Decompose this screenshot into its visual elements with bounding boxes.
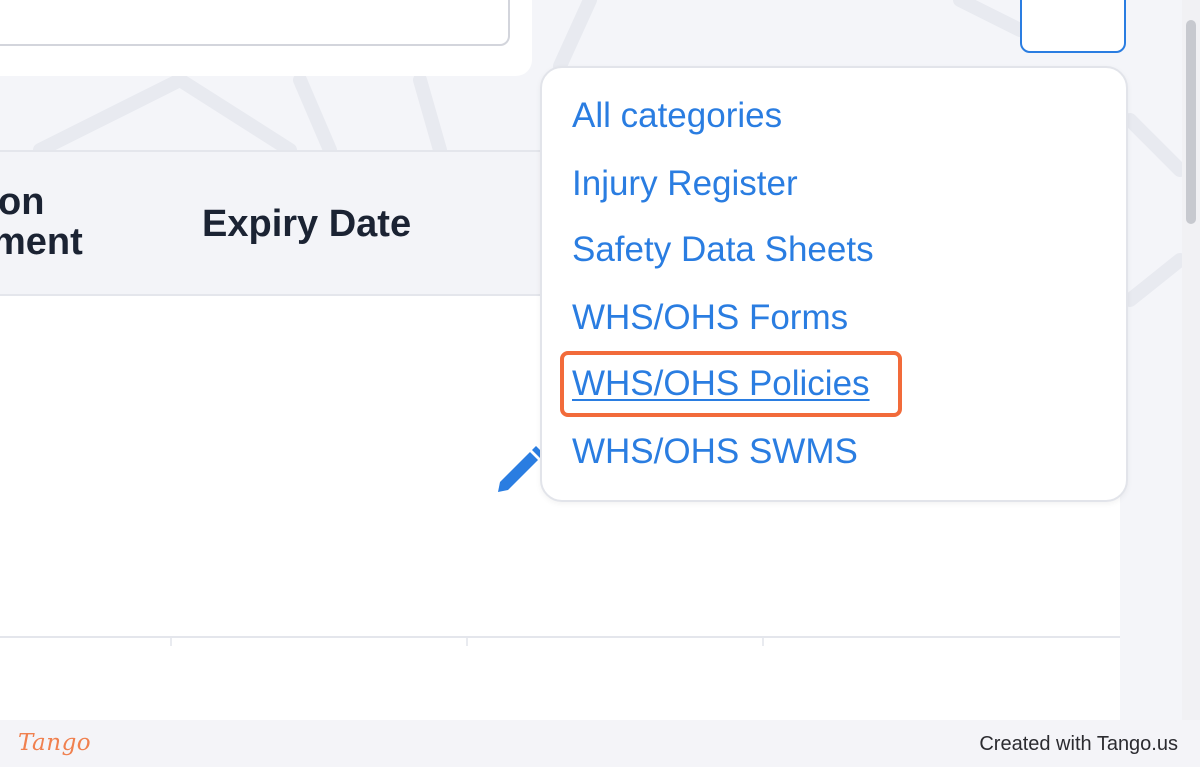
column-header-expiry-date[interactable]: Expiry Date xyxy=(202,204,411,244)
search-input[interactable] xyxy=(0,0,510,46)
dropdown-item-whs-ohs-swms[interactable]: WHS/OHS SWMS xyxy=(572,432,858,472)
column-divider xyxy=(762,638,764,646)
dropdown-item-safety-data-sheets[interactable]: Safety Data Sheets xyxy=(572,230,874,270)
dropdown-item-injury-register[interactable]: Injury Register xyxy=(572,164,798,204)
dropdown-item-whs-ohs-forms[interactable]: WHS/OHS Forms xyxy=(572,298,848,338)
column-header-partial: on ment xyxy=(0,182,83,262)
category-filter-dropdown: All categories Injury Register Safety Da… xyxy=(540,66,1128,502)
click-highlight-box xyxy=(560,351,902,417)
tango-footer: Tango Created with Tango.us xyxy=(0,720,1200,767)
tango-logo: Tango xyxy=(18,730,92,756)
scrollbar-thumb[interactable] xyxy=(1186,20,1196,224)
column-divider xyxy=(466,638,468,646)
column-divider xyxy=(170,638,172,646)
pencil-edit-icon[interactable] xyxy=(496,440,544,492)
footer-credit: Created with Tango.us xyxy=(979,733,1178,755)
list-view-toggle-button[interactable] xyxy=(1020,0,1126,53)
dropdown-item-all-categories[interactable]: All categories xyxy=(572,96,782,136)
row-divider xyxy=(0,636,1120,638)
